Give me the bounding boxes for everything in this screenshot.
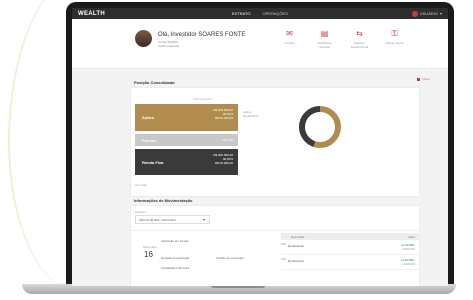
app-logo[interactable]: WEALTH bbox=[78, 11, 105, 17]
table-header: Descrição Valor bbox=[281, 233, 419, 240]
key-icon: ⚿ bbox=[391, 29, 398, 38]
action-password[interactable]: ⚿ Alterar senha bbox=[382, 29, 407, 49]
transfer-icon: ⇆ bbox=[356, 29, 363, 38]
quick-actions: ✉ Contato ▤ Relatórios mensais ⇆ Solicit… bbox=[277, 29, 407, 49]
row-value: +0,00 BRL bbox=[400, 258, 415, 262]
event-item[interactable]: Crédito de proventos bbox=[216, 256, 244, 260]
document-icon: ▤ bbox=[320, 29, 329, 38]
legend-item: Renda Fixa bbox=[243, 114, 259, 118]
card-title: Renda Fixa bbox=[142, 160, 164, 165]
filter-label: Filtrar bbox=[422, 77, 430, 81]
chart-legend: Ações Renda Fixa bbox=[243, 110, 258, 118]
laptop-screen: WEALTH EXTRATO OPERAÇÕES USUÁRIO ▾ Olá, … bbox=[72, 8, 448, 286]
row-date: 00/00/0000 bbox=[402, 248, 415, 251]
card-value: R$ 0,00 bbox=[222, 138, 233, 142]
action-label: Solicitar transferência bbox=[350, 41, 369, 49]
mail-icon: ✉ bbox=[286, 29, 293, 38]
filter-icon bbox=[417, 77, 421, 81]
action-contact[interactable]: ✉ Contato bbox=[277, 29, 302, 49]
main-content: Filtrar Posição Consolidada Total invest… bbox=[72, 69, 448, 286]
row-description: Rendimento bbox=[288, 259, 305, 263]
chevron-down-icon: ▾ bbox=[439, 11, 442, 16]
row-description: Rendimento bbox=[288, 244, 305, 248]
user-menu[interactable]: USUÁRIO ▾ bbox=[411, 10, 442, 17]
user-name: USUÁRIO bbox=[419, 11, 438, 16]
period-value: Últimos 30 dias - Dezembro bbox=[139, 218, 177, 222]
movements-title: Informações de Movimentação bbox=[134, 198, 193, 203]
position-title: Posição Consolidada bbox=[134, 80, 175, 85]
event-item[interactable]: Aplicação em fundos bbox=[161, 239, 189, 243]
filter-button[interactable]: Filtrar bbox=[417, 77, 430, 81]
position-header: Total investido bbox=[193, 97, 213, 101]
action-reports[interactable]: ▤ Relatórios mensais bbox=[312, 29, 337, 49]
period-label: Período bbox=[135, 210, 146, 214]
row-date: 00/00/0000 bbox=[402, 263, 415, 266]
nav-item-extrato[interactable]: EXTRATO bbox=[232, 11, 251, 16]
avatar-icon bbox=[411, 10, 418, 17]
calendar-month: Dezembro bbox=[143, 245, 157, 249]
action-label: Relatórios mensais bbox=[317, 41, 332, 49]
avatar bbox=[135, 30, 152, 47]
profile-type: Perfil moderado bbox=[158, 44, 180, 48]
top-nav: EXTRATO OPERAÇÕES bbox=[232, 11, 288, 16]
card-title: Ações bbox=[142, 115, 155, 120]
card-fundos[interactable]: Fundos R$ 0,00 bbox=[135, 134, 238, 146]
top-bar: WEALTH EXTRATO OPERAÇÕES USUÁRIO ▾ bbox=[72, 8, 448, 19]
column-header: Descrição bbox=[291, 235, 305, 239]
action-transfer[interactable]: ⇆ Solicitar transferência bbox=[347, 29, 372, 49]
action-label: Alterar senha bbox=[385, 41, 404, 45]
row-code: DEZ bbox=[281, 258, 286, 261]
nav-item-operacoes[interactable]: OPERAÇÕES bbox=[263, 11, 288, 16]
table-row[interactable]: DEZ Rendimento +0,00 BRL 00/00/0000 bbox=[281, 241, 419, 255]
card-value: R$ 00.000,00 bbox=[214, 161, 233, 165]
divider bbox=[131, 230, 419, 231]
chevron-down-icon: ▾ bbox=[202, 217, 205, 222]
row-value: +0,00 BRL bbox=[400, 243, 415, 247]
card-acoes[interactable]: Ações R$ 000.000,00 00,00% R$ 00.000,00 bbox=[135, 104, 238, 131]
profile-header: Olá, Investidor SOARES FONTE Conta: 0000… bbox=[72, 19, 448, 69]
calendar-day: 16 bbox=[144, 250, 153, 259]
card-values: R$ 000.000,00 00,00% R$ 00.000,00 bbox=[213, 153, 233, 165]
event-item[interactable]: Resgate programado bbox=[161, 256, 189, 260]
card-title: Fundos bbox=[142, 138, 157, 143]
allocation-donut-chart bbox=[299, 106, 341, 148]
card-values: R$ 000.000,00 00,00% R$ 00.000,00 bbox=[213, 108, 233, 120]
profile-name: Olá, Investidor SOARES FONTE bbox=[158, 32, 246, 38]
see-more-link[interactable]: Ver mais bbox=[135, 183, 147, 187]
card-renda-fixa[interactable]: Renda Fixa R$ 000.000,00 00,00% R$ 00.00… bbox=[135, 149, 238, 175]
event-item[interactable]: Liquidação financeira bbox=[161, 266, 189, 270]
table-row[interactable]: DEZ Rendimento +0,00 BRL 00/00/0000 bbox=[281, 256, 419, 270]
position-panel: Posição Consolidada Total investido Açõe… bbox=[130, 80, 420, 197]
profile-details: Conta: 000000 Perfil moderado bbox=[158, 40, 179, 48]
row-code: DEZ bbox=[281, 243, 286, 246]
action-label: Contato bbox=[284, 41, 295, 45]
column-header: Valor bbox=[408, 235, 415, 239]
period-select[interactable]: Últimos 30 dias - Dezembro ▾ bbox=[135, 215, 210, 224]
card-value: R$ 00.000,00 bbox=[214, 116, 233, 120]
movements-panel: Informações de Movimentação Período Últi… bbox=[130, 198, 420, 286]
